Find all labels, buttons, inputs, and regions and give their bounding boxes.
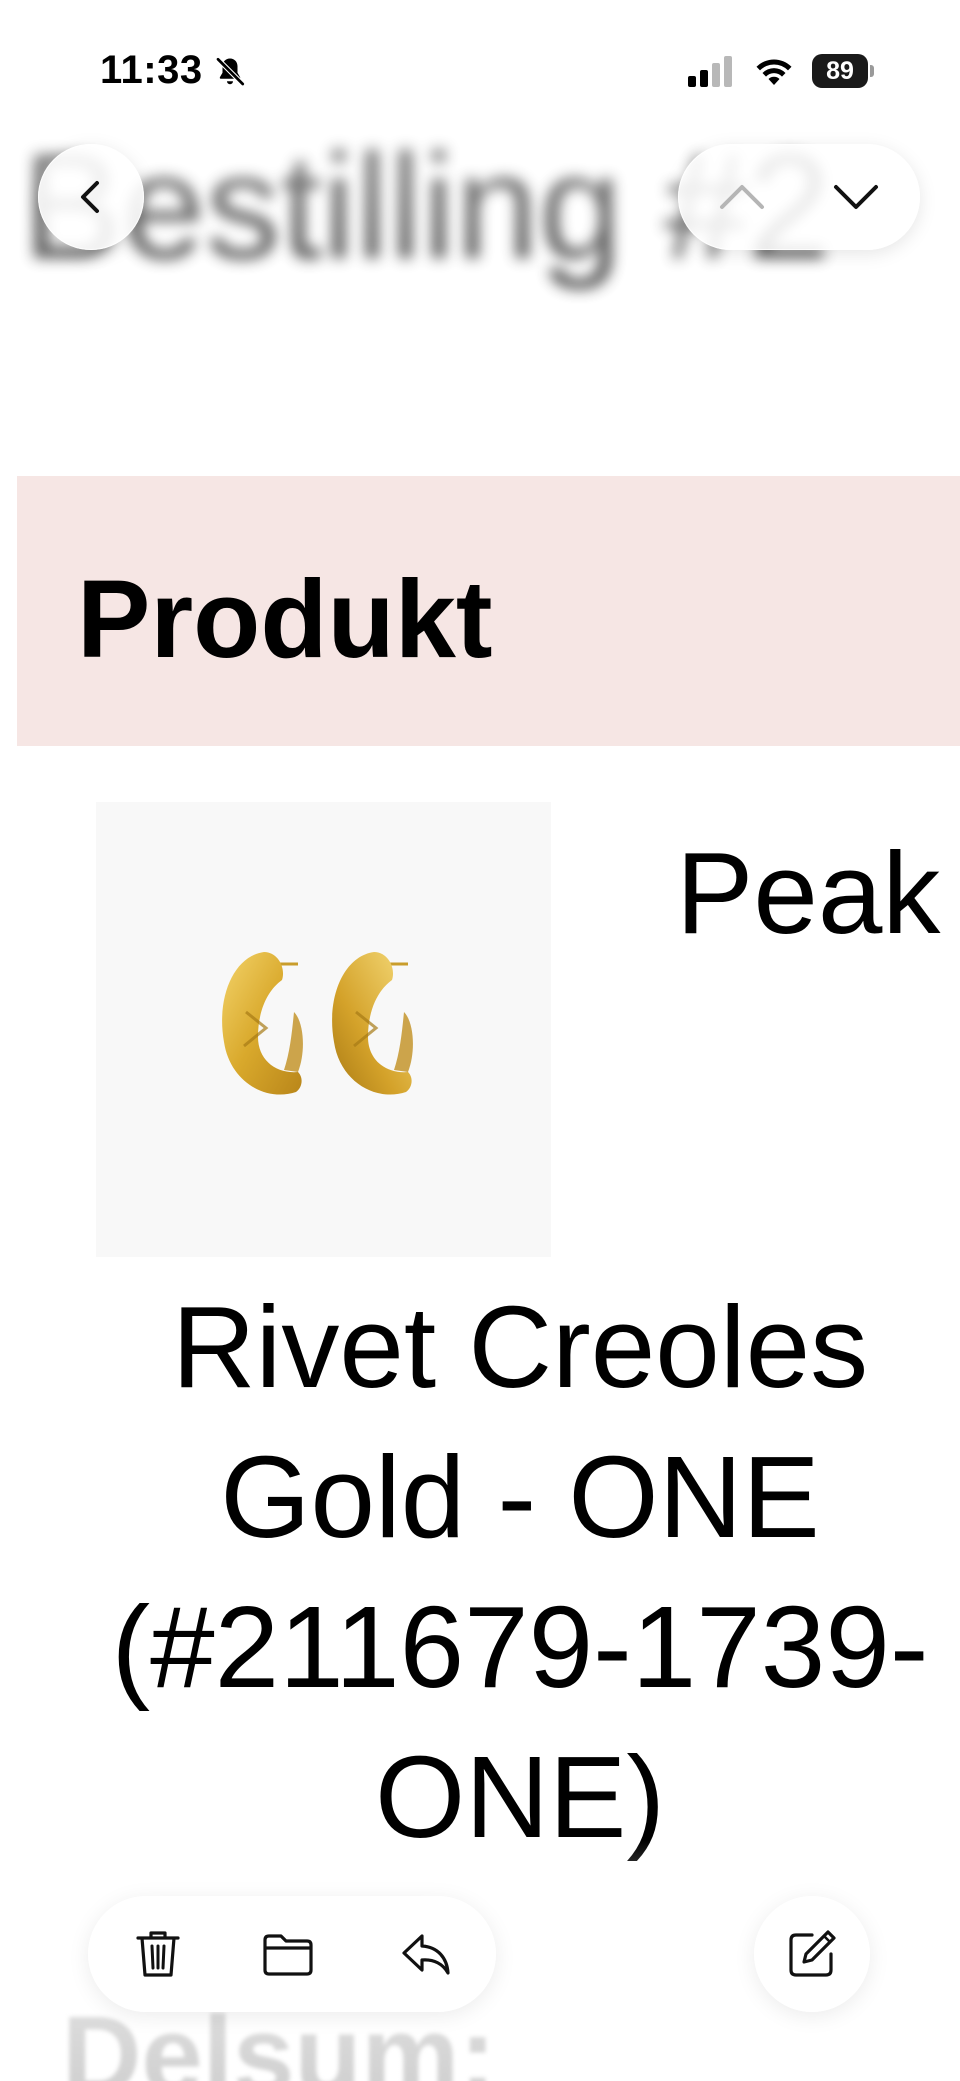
message-navigation: [678, 144, 920, 250]
product-section-title: Produkt: [77, 558, 493, 681]
back-button[interactable]: [38, 144, 144, 250]
cellular-signal-icon: [688, 56, 732, 87]
mail-message-view: 11:33 89 Bestilling #2 Produkt Peak Rive…: [0, 0, 960, 2081]
chevron-left-icon: [81, 181, 99, 213]
product-name-line: Gold - ONE: [220, 1432, 820, 1562]
folder-icon: [263, 1934, 313, 1976]
move-to-folder-button[interactable]: [248, 1914, 328, 1994]
previous-message-button[interactable]: [692, 152, 792, 242]
reply-button[interactable]: [386, 1914, 466, 1994]
delete-button[interactable]: [118, 1914, 198, 1994]
product-name-first-word: Peak: [676, 828, 941, 958]
wifi-icon: [756, 59, 792, 85]
compose-icon: [789, 1930, 836, 1977]
battery-percentage: 89: [826, 57, 854, 85]
trash-icon: [136, 1931, 180, 1977]
compose-button[interactable]: [754, 1896, 870, 2012]
gold-hoop-earrings-image: [222, 952, 413, 1095]
chevron-up-icon: [720, 185, 764, 209]
product-name-line: (#211679-1739-: [111, 1582, 929, 1712]
battery-indicator: 89: [812, 54, 874, 88]
message-actions-toolbar: [88, 1896, 496, 2012]
reply-icon: [402, 1934, 450, 1975]
status-bar: 11:33 89: [0, 0, 960, 130]
battery-cap: [870, 65, 874, 77]
product-section-header: Produkt: [17, 476, 960, 746]
next-message-button[interactable]: [806, 152, 906, 242]
product-name-line: ONE): [375, 1732, 665, 1862]
product-name: Rivet Creoles Gold - ONE (#211679-1739- …: [40, 1272, 960, 1872]
product-name-line: Rivet Creoles: [171, 1282, 869, 1412]
chevron-down-icon: [834, 185, 878, 209]
bell-slash-icon: [215, 56, 246, 87]
product-image[interactable]: [96, 802, 551, 1257]
status-time: 11:33: [100, 48, 203, 92]
